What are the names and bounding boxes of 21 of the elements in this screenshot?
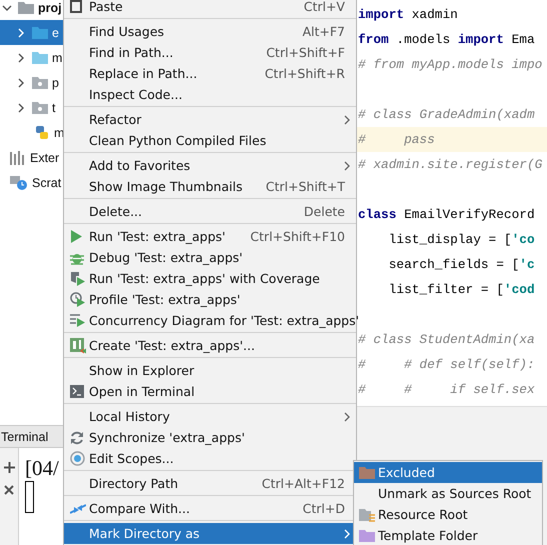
terminal-output: [04/ [25,458,59,479]
code-line: # # if self.sex [358,382,535,397]
tree-item-label: Exter [30,150,60,164]
code-line: search_fields = ['c [388,257,535,272]
code-line: class EmailVerifyRecord [358,207,535,222]
code-line: list_filter = ['cod [388,282,535,297]
code-line: # # def self(self): [358,357,535,372]
code-line: # class StudentAdmin(xa [358,332,535,347]
code-line: list_display = ['co [388,232,535,247]
tree-item-label: proj [38,0,62,14]
tree-item-label: Scrat [32,176,62,190]
code-line: # xadmin.site.register(G [358,157,542,172]
code-line: from .models import Ema [358,32,535,47]
code-line: # from myApp.models impo [358,57,542,72]
tree-item-label: t [52,100,56,114]
tree-item-label: p [52,76,59,90]
tree-item-label: m [52,50,62,64]
tree-item-label: e [52,26,59,40]
code-line: # pass [358,132,435,147]
code-line: import xadmin [358,7,458,22]
code-line: # class GradeAdmin(xadm [358,107,535,122]
